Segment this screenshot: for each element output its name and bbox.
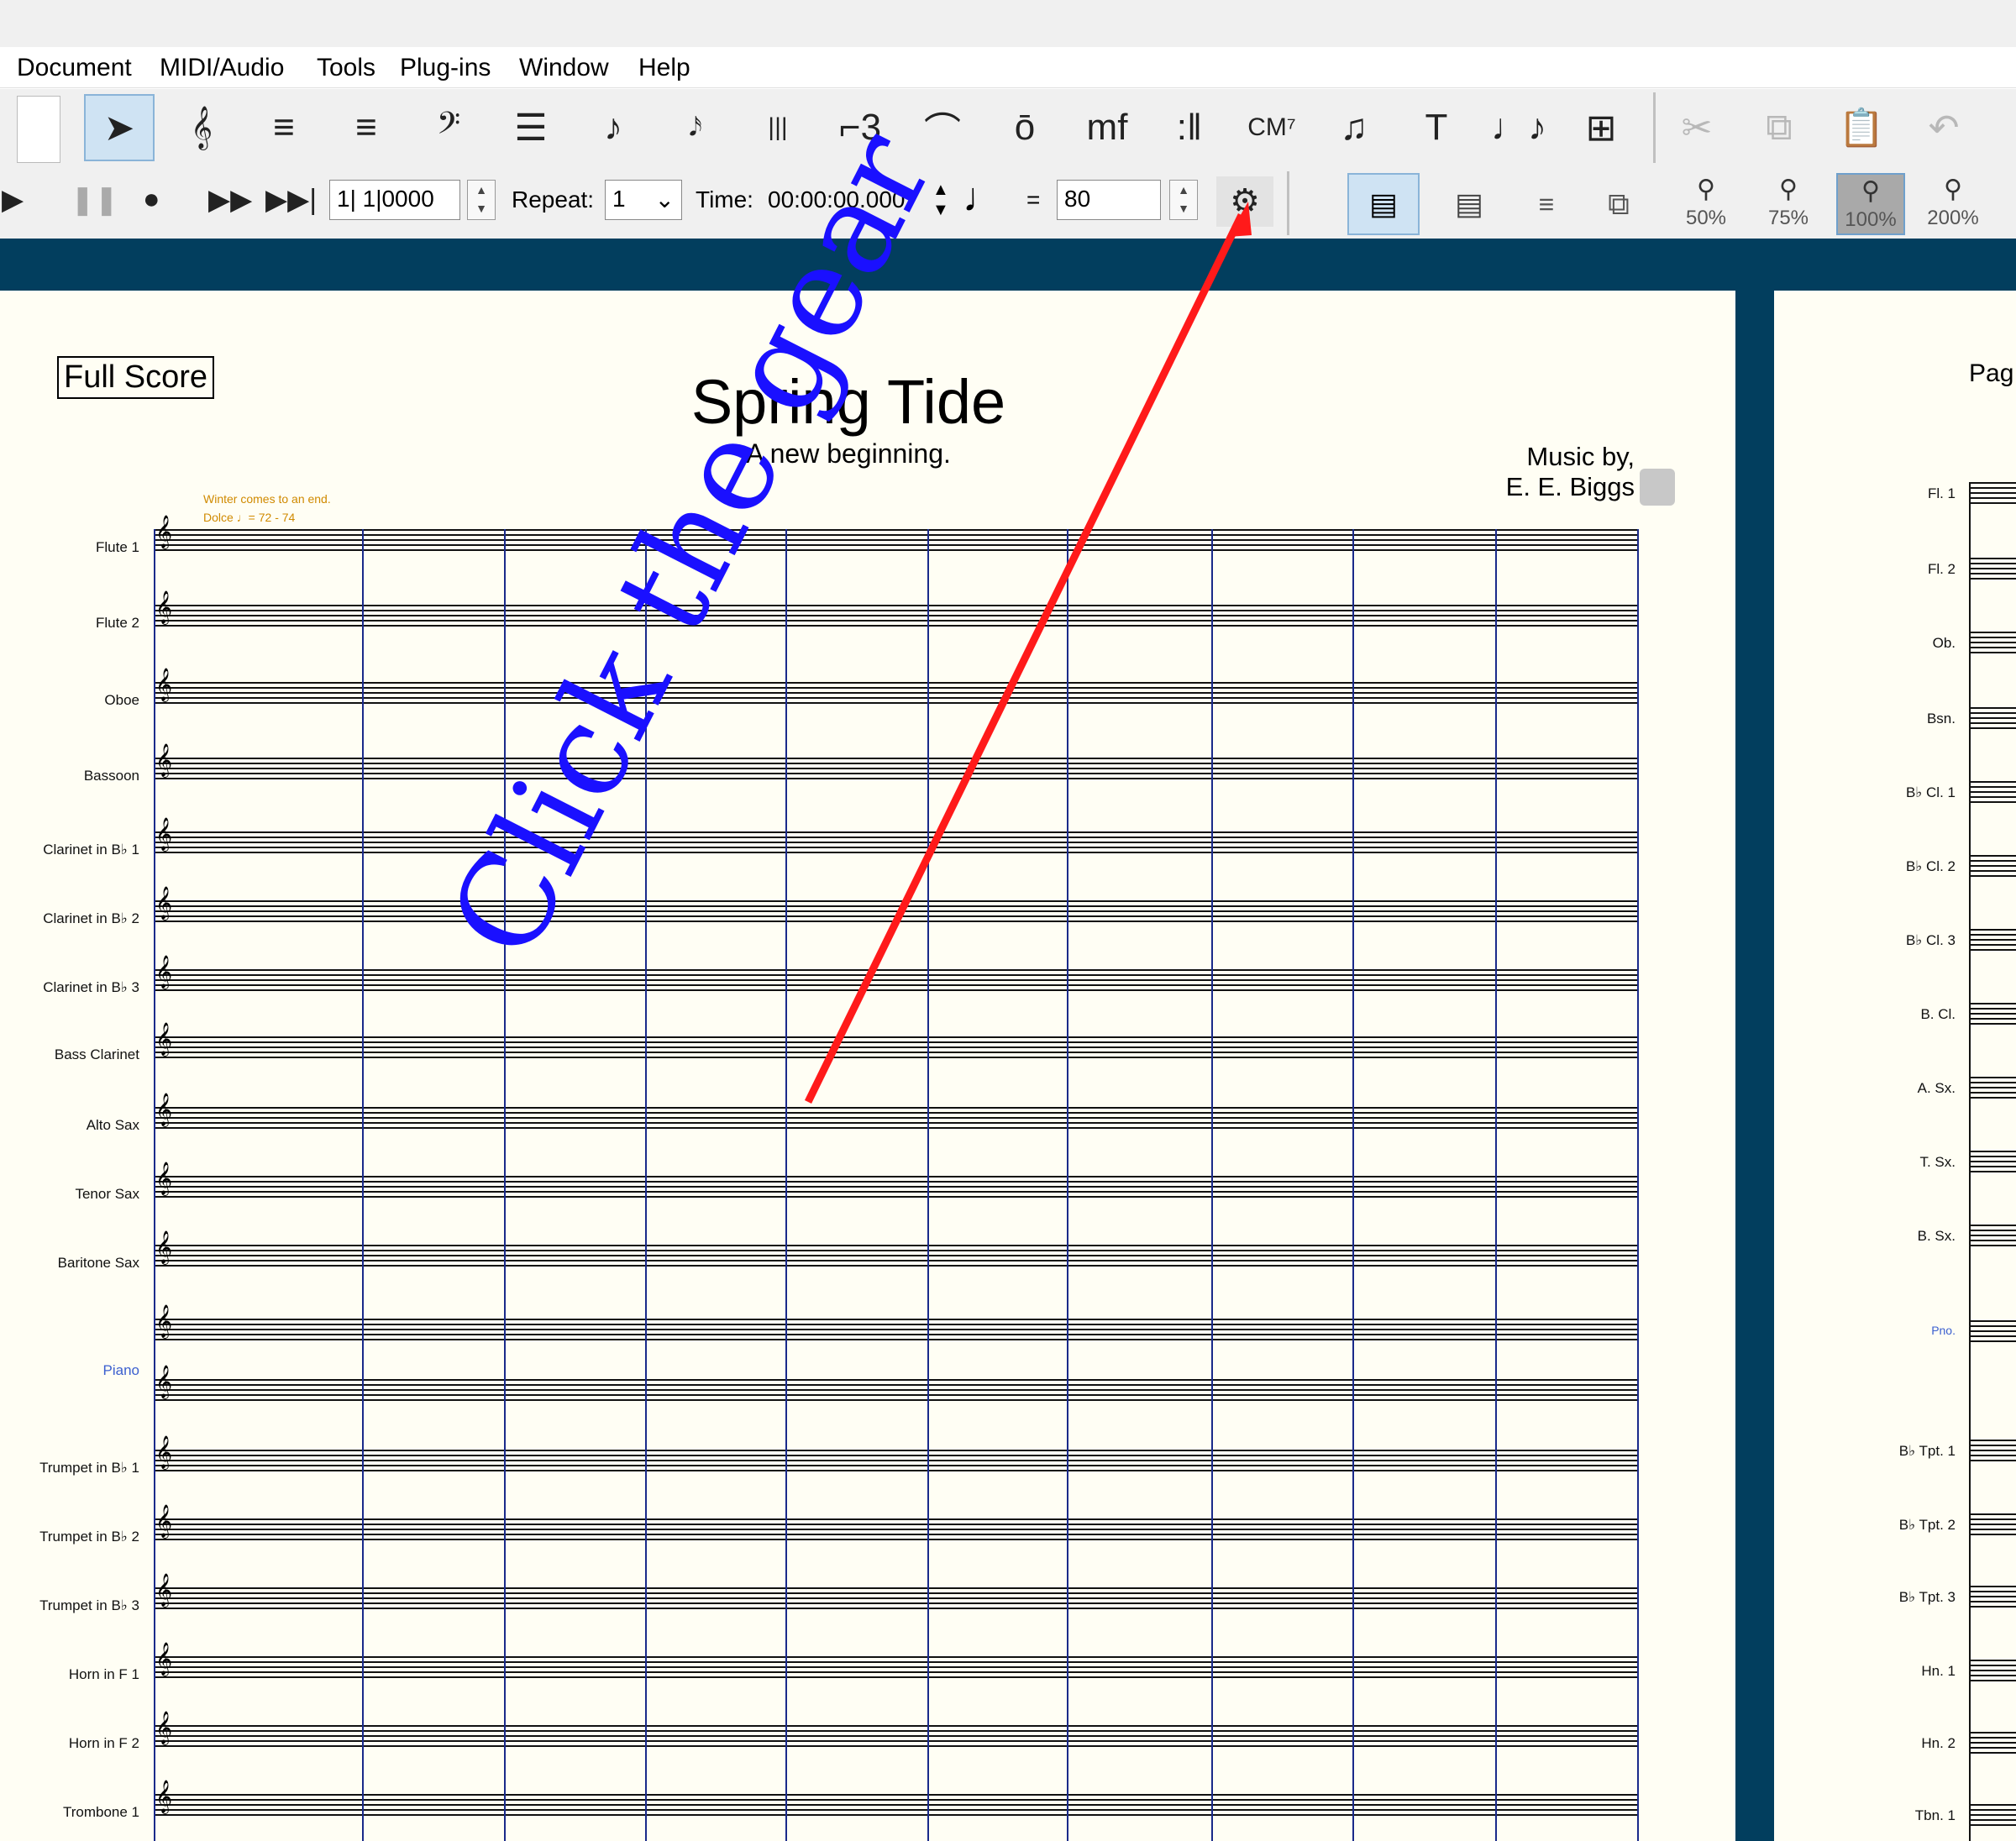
annotation-layer (804, 202, 1252, 1104)
annotation-arrowhead (1228, 202, 1252, 237)
